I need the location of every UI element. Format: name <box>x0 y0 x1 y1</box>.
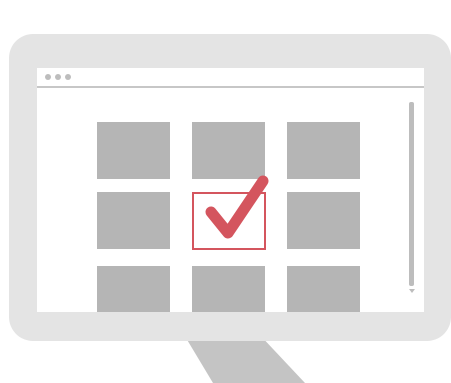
checkmark-icon <box>205 175 269 239</box>
